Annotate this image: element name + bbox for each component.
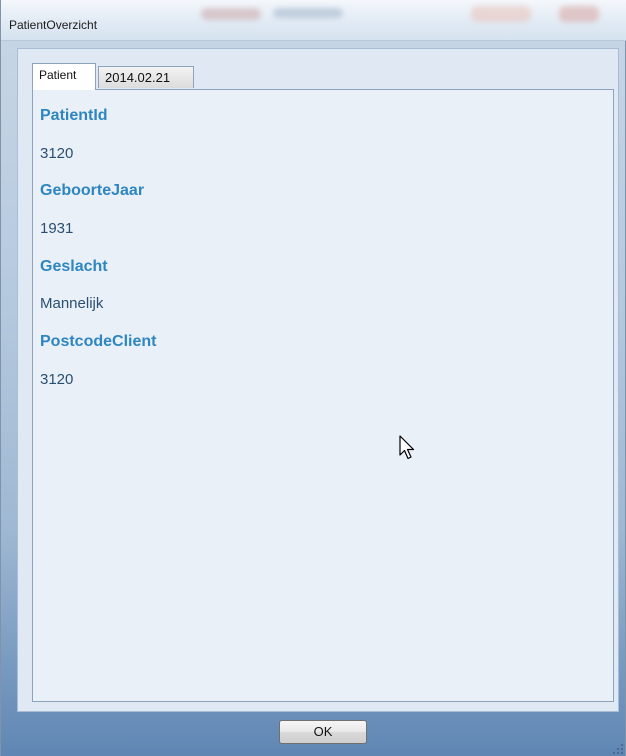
mouse-pointer-icon [399, 435, 415, 460]
gender-value: Mannelijk [40, 295, 104, 312]
postcode-value: 3120 [40, 371, 74, 388]
tab-2014-02-21[interactable]: 2014.02.21 [98, 66, 194, 88]
birth-year-label: GeboorteJaar [40, 182, 145, 199]
gender-label: Geslacht [40, 258, 108, 275]
title-bar-background-artifact [471, 6, 531, 22]
window-title: PatientOverzicht [9, 18, 98, 32]
title-bar[interactable]: PatientOverzicht [1, 0, 626, 41]
postcode-label: PostcodeClient [40, 333, 157, 350]
patient-id-value: 3120 [40, 145, 74, 162]
birth-year-value: 1931 [40, 220, 74, 237]
tab-patient[interactable]: Patient [32, 63, 96, 90]
client-area: Patient 2014.02.21 PatientId 3120 Geboor… [17, 48, 619, 712]
title-bar-background-artifact [559, 6, 599, 22]
title-bar-background-artifact [273, 8, 343, 18]
resize-grip-icon[interactable] [613, 744, 623, 754]
patient-overview-window: PatientOverzicht Patient 2014.02.21 Pati… [0, 0, 626, 756]
patient-tab-panel: PatientId 3120 GeboorteJaar 1931 Geslach… [32, 89, 614, 702]
patient-id-label: PatientId [40, 107, 108, 124]
title-bar-background-artifact [201, 8, 261, 20]
ok-button[interactable]: OK [279, 720, 367, 744]
